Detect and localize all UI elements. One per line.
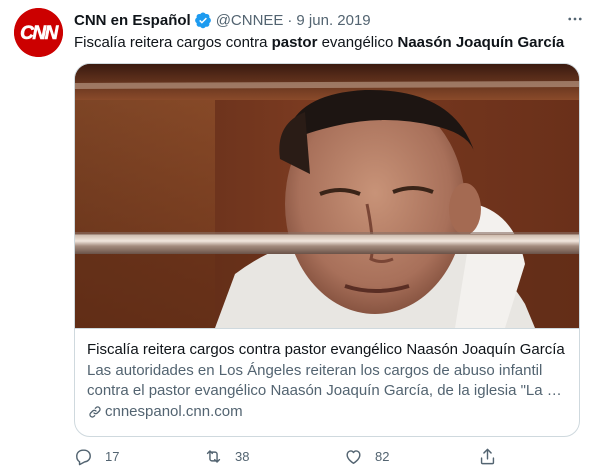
link-icon — [89, 406, 101, 418]
tweet-date[interactable]: 9 jun. 2019 — [296, 12, 370, 29]
retweet-icon — [206, 449, 221, 463]
photo-man-in-court — [75, 64, 579, 328]
card-description: Las autoridades en Los Ángeles reiteran … — [87, 361, 567, 401]
retweet-count: 38 — [235, 448, 250, 464]
card-domain-text[interactable]: cnnespanol.cnn.com — [105, 402, 243, 422]
author-name[interactable]: CNN en Español — [74, 12, 191, 29]
tweet-text-bold: Naasón Joaquín García — [397, 34, 565, 51]
like-button[interactable]: 82 — [344, 444, 389, 468]
card-description-line: Las autoridades en Los Ángeles reiteran … — [87, 362, 543, 379]
verified-badge-icon — [194, 11, 212, 29]
svg-text:CNN: CNN — [20, 23, 59, 44]
card-body[interactable]: Fiscalía reitera cargos contra pastor ev… — [75, 328, 579, 436]
action-bar: 17 38 82 — [74, 444, 514, 468]
reply-button[interactable]: 17 — [74, 444, 119, 468]
link-card[interactable]: Fiscalía reitera cargos contra pastor ev… — [74, 63, 580, 437]
tweet-text-part: evangélico — [317, 34, 398, 51]
tweet-text: Fiscalía reitera cargos contra pastor ev… — [74, 33, 586, 53]
tweet-header: CNN en Español @CNNEE · 9 jun. 2019 — [74, 9, 586, 31]
card-domain[interactable]: cnnespanol.cnn.com — [87, 402, 567, 422]
heart-icon — [346, 449, 361, 464]
tweet-text-bold: pastor — [271, 34, 318, 51]
retweet-button[interactable]: 38 — [204, 444, 249, 468]
card-image[interactable] — [75, 64, 579, 328]
card-title[interactable]: Fiscalía reitera cargos contra pastor ev… — [87, 340, 567, 360]
share-button[interactable] — [478, 444, 497, 468]
reply-count: 17 — [105, 448, 120, 464]
card-description-line: contra el pastor evangélico Naasón Joaqu… — [87, 382, 567, 399]
author-handle[interactable]: @CNNEE — [216, 12, 284, 29]
more-options-icon[interactable] — [564, 8, 586, 30]
tweet: CNN CNN en Español @CNNEE · 9 jun. 2019 … — [0, 0, 600, 473]
avatar[interactable]: CNN — [14, 8, 63, 57]
reply-icon — [76, 448, 91, 465]
tweet-text-part: Fiscalía reitera cargos contra — [74, 34, 272, 51]
separator-dot: · — [287, 11, 293, 29]
cnn-logo-icon: CNN — [14, 8, 63, 57]
share-icon — [480, 448, 495, 464]
like-count: 82 — [375, 448, 390, 464]
